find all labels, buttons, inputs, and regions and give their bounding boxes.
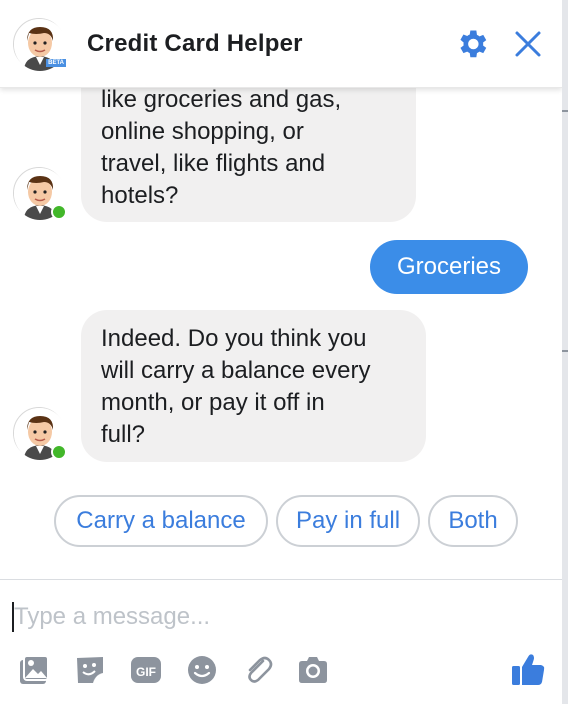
message-line: month, or pay it off in: [101, 389, 325, 416]
quick-reply-pay-in-full[interactable]: Pay in full: [276, 495, 420, 547]
attachment-icon: [248, 656, 273, 683]
bot-avatar: [13, 167, 67, 220]
gear-icon: [460, 30, 487, 58]
message-composer: GIF: [0, 579, 562, 704]
close-icon: [515, 31, 541, 57]
message-line: travel, like flights and: [101, 150, 326, 177]
chat-window: BETA Credit Card Helper like groceries a…: [0, 0, 562, 704]
message-input[interactable]: [14, 600, 534, 634]
sticker-button[interactable]: [72, 652, 108, 688]
emoji-icon: [188, 656, 216, 684]
quick-reply-carry-a-balance[interactable]: Carry a balance: [54, 495, 268, 547]
gif-button[interactable]: GIF: [128, 652, 164, 688]
bot-message: Indeed. Do you think you will carry a ba…: [81, 310, 426, 462]
page-edge-scrollbar: [562, 0, 568, 704]
emoji-button[interactable]: [184, 652, 220, 688]
photo-icon: [20, 655, 49, 684]
chat-header: BETA Credit Card Helper: [0, 0, 562, 88]
gif-icon: GIF: [131, 657, 161, 683]
settings-button[interactable]: [454, 26, 490, 62]
photo-button[interactable]: [16, 652, 52, 688]
online-status-dot: [51, 204, 67, 220]
beta-badge: BETA: [46, 59, 66, 67]
quick-reply-both[interactable]: Both: [428, 495, 518, 547]
like-send-button[interactable]: [509, 650, 547, 688]
message-line: online shopping, or: [101, 118, 304, 145]
camera-button[interactable]: [295, 652, 331, 688]
online-status-dot: [51, 444, 67, 460]
attachment-button[interactable]: [240, 652, 276, 688]
user-message: Groceries: [370, 240, 528, 294]
message-line: full?: [101, 421, 146, 448]
sticker-icon: [77, 657, 103, 683]
bot-avatar: [13, 407, 67, 460]
close-button[interactable]: [511, 27, 545, 61]
camera-icon: [299, 657, 327, 683]
gif-label: GIF: [136, 665, 156, 679]
message-line: hotels?: [101, 182, 179, 209]
message-line: like groceries and gas,: [101, 86, 342, 113]
message-line: Indeed. Do you think you: [101, 325, 367, 352]
bot-avatar: BETA: [13, 18, 66, 71]
chat-title: Credit Card Helper: [87, 30, 303, 57]
message-line: will carry a balance every: [101, 357, 371, 384]
thumbs-up-icon: [512, 654, 545, 685]
